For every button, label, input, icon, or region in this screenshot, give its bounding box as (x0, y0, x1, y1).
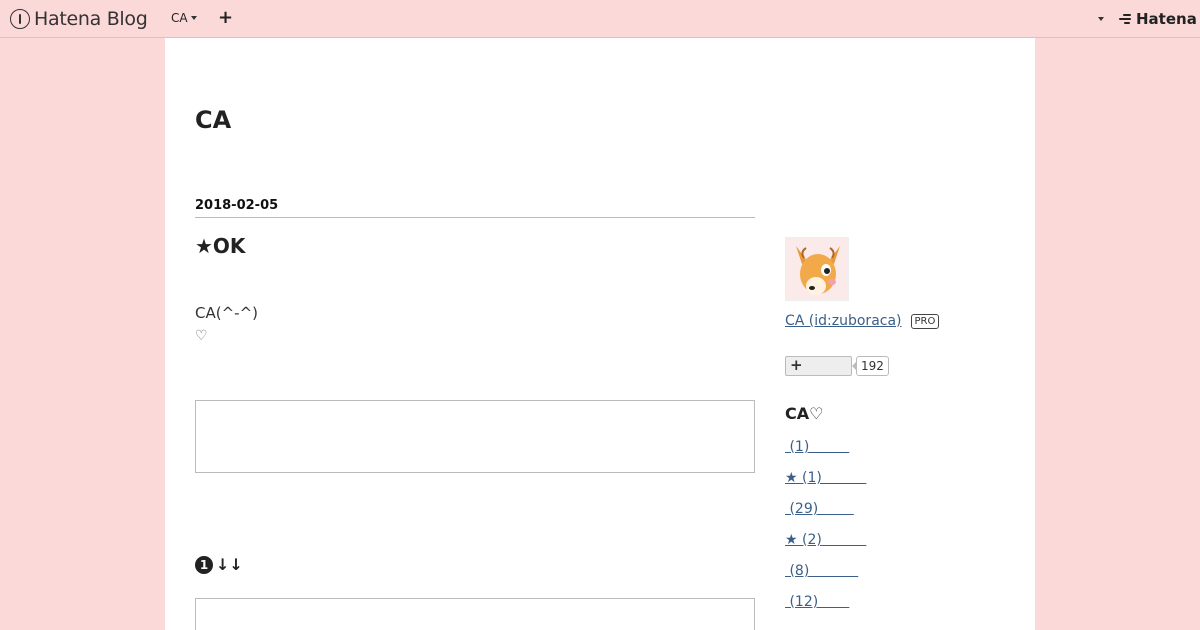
category-link[interactable]: (1) (785, 439, 849, 455)
blog-switch-dropdown[interactable]: CA (171, 11, 197, 25)
follow-button[interactable]: + (785, 356, 852, 376)
entry-body-text: CA(^-^) (195, 304, 258, 322)
entry-date[interactable]: 2018-02-05 (195, 198, 755, 218)
list-item: (1) (785, 439, 1005, 470)
blog-page: CA 2018-02-05 ★OK CA(^-^) ♡ 1 ↓↓ CA (id:… (165, 38, 1035, 630)
entry-title[interactable]: ★OK (195, 234, 755, 258)
embedded-content-box-2 (195, 598, 755, 630)
profile-name-link[interactable]: CA (id:zuboraca) (785, 313, 902, 329)
blog-title[interactable]: CA (195, 106, 231, 134)
section-arrows: ↓↓ (216, 555, 243, 574)
category-heading: CA♡ (785, 404, 824, 423)
list-item: ★ (2) (785, 532, 1005, 563)
pro-badge: PRO (910, 313, 940, 329)
category-link[interactable]: (29) (785, 501, 854, 517)
hatena-brand-text: Hatena (1136, 10, 1197, 28)
hatena-link[interactable]: Hatena (1119, 10, 1197, 28)
follower-count[interactable]: 192 (852, 356, 889, 376)
category-link[interactable]: ★ (2) (785, 532, 866, 548)
new-post-button[interactable]: + (218, 9, 233, 27)
sidebar: CA (id:zuboraca) PRO + 192 CA♡ (1) ★ (1)… (785, 237, 1005, 625)
list-item: (8) (785, 563, 1005, 594)
logo-text: Hatena Blog (34, 8, 148, 30)
hatena-blog-logo-icon (10, 9, 30, 29)
top-nav-bar: Hatena Blog CA + Hatena (0, 0, 1200, 38)
category-list: (1) ★ (1) (29) ★ (2) (8) (12) (785, 439, 1005, 625)
heart-text: ♡ (195, 328, 208, 344)
blog-switch-label: CA (171, 11, 188, 25)
list-item: ★ (1) (785, 470, 1005, 501)
chevron-down-icon (190, 16, 197, 20)
hatena-blog-logo[interactable]: Hatena Blog (10, 7, 148, 31)
list-item: (12) (785, 594, 1005, 625)
follow-row: + 192 (785, 356, 1005, 376)
section-heading: 1 ↓↓ (195, 555, 755, 574)
user-menu-chevron-down-icon[interactable] (1098, 17, 1104, 21)
embedded-content-box (195, 400, 755, 473)
list-item: (29) (785, 501, 1005, 532)
entry-article: 2018-02-05 ★OK CA(^-^) ♡ 1 ↓↓ (195, 198, 755, 630)
profile-row: CA (id:zuboraca) PRO (785, 313, 1005, 329)
hatena-icon (1119, 13, 1133, 25)
category-link[interactable]: (8) (785, 563, 858, 579)
category-link[interactable]: ★ (1) (785, 470, 866, 486)
number-circle-icon: 1 (195, 555, 213, 574)
category-link[interactable]: (12) (785, 594, 849, 610)
profile-avatar[interactable] (785, 237, 849, 301)
fawn-avatar-icon (786, 238, 848, 300)
